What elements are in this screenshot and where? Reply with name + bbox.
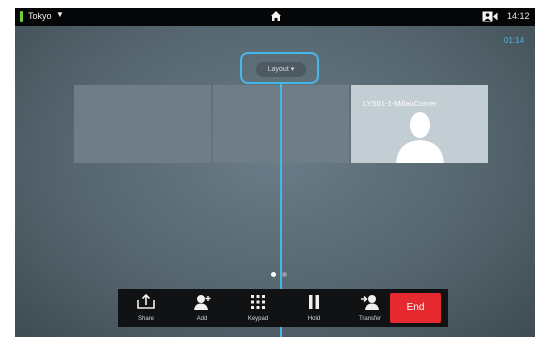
share-button[interactable]: Share [118, 289, 174, 327]
hold-button[interactable]: Hold [286, 289, 342, 327]
transfer-person-icon [361, 295, 379, 310]
keypad-label: Keypad [247, 316, 269, 322]
location-dropdown-icon[interactable]: ▼ [56, 10, 64, 19]
layout-button-label: Layout [267, 66, 289, 73]
add-button[interactable]: Add [174, 289, 230, 327]
chevron-down-icon: ▾ [290, 66, 295, 73]
video-camera-icon[interactable] [482, 11, 498, 22]
avatar [396, 112, 444, 163]
layout-button[interactable]: Layout ▾ [256, 62, 306, 77]
add-label: Add [196, 316, 208, 322]
home-icon[interactable] [269, 9, 283, 23]
call-duration: 01:14 [504, 36, 525, 45]
share-label: Share [137, 316, 154, 322]
share-icon [137, 293, 155, 309]
participant-tile[interactable] [74, 85, 211, 163]
keypad-button[interactable]: Keypad [230, 289, 286, 327]
page-dot-active[interactable] [271, 272, 276, 277]
add-person-icon [194, 295, 211, 310]
keypad-icon [251, 295, 265, 309]
page-dot[interactable] [282, 272, 287, 277]
pause-icon [309, 295, 319, 309]
call-screen: Tokyo ▼ 14:12 01:14 Layout ▾ LYS01-1-Mil… [15, 8, 535, 337]
end-call-button[interactable]: End [390, 293, 441, 323]
location-label[interactable]: Tokyo [28, 11, 52, 21]
hold-label: Hold [307, 316, 321, 322]
participant-tile[interactable]: LYS01-1-MillauCorner [351, 85, 488, 163]
clock: 14:12 [507, 11, 530, 21]
status-bar: Tokyo ▼ 14:12 [15, 8, 535, 26]
call-toolbar: Share Add Keypad Hold Transfer End [118, 289, 448, 327]
signal-indicator [20, 11, 23, 22]
